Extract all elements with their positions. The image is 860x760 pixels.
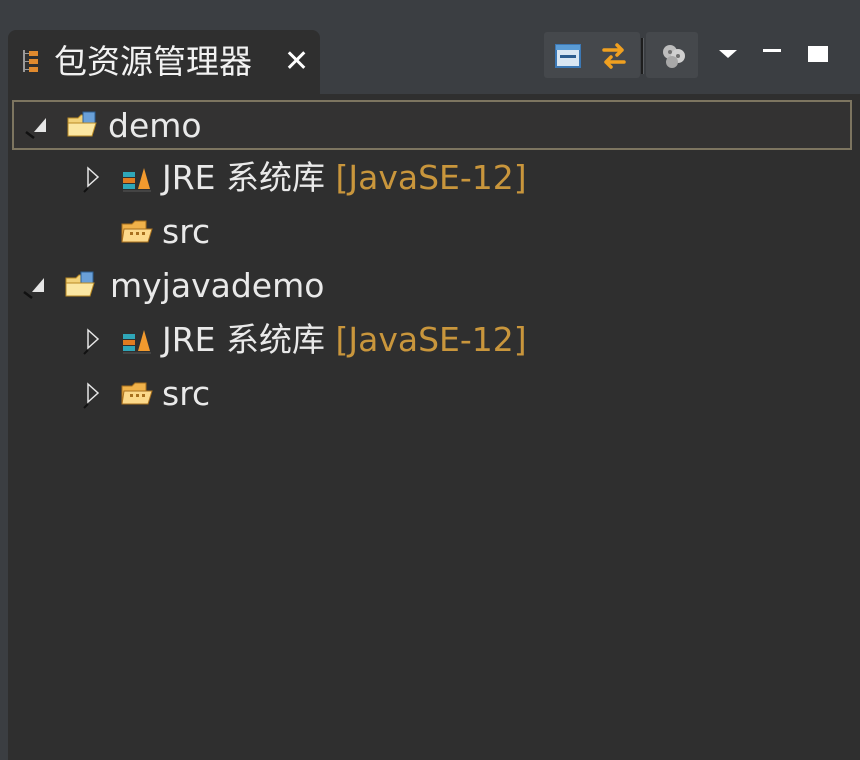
minimize-button[interactable] [752,36,792,76]
close-icon[interactable]: ✕ [284,47,309,77]
library-name: JRE 系统库 [162,158,326,197]
collapsed-twisty-icon[interactable] [78,164,106,194]
src-label: src [162,374,211,413]
tree-item-src[interactable]: src [12,208,852,258]
library-label: JRE 系统库 [JavaSE-12] [162,320,527,360]
project-name-demo: demo [108,106,202,145]
link-with-editor-icon [602,43,626,69]
expanded-twisty-icon[interactable] [22,112,50,142]
src-label: src [162,212,211,251]
java-project-folder-icon [67,111,97,137]
tab-package-explorer[interactable]: 包资源管理器 ✕ [8,30,320,94]
tree-item-jre-library[interactable]: JRE 系统库 [JavaSE-12] [12,316,852,366]
maximize-icon [808,46,828,62]
chevron-down-icon [719,50,737,58]
tree-item-project-demo[interactable]: demo [12,100,852,150]
tree-item-jre-library[interactable]: JRE 系统库 [JavaSE-12] [12,154,852,204]
source-folder-icon [121,382,153,405]
minimize-icon [763,49,781,52]
source-folder-icon [121,220,153,243]
view-menu-button[interactable] [708,36,748,76]
focus-task-icon [663,45,685,68]
library-decoration: [JavaSE-12] [335,158,527,197]
package-explorer-view: 包资源管理器 ✕ demo JRE 系统库 [JavaSE-12] src my… [8,30,860,760]
maximize-button[interactable] [798,36,838,76]
tree-item-project-myjavademo[interactable]: myjavademo [12,262,852,312]
view-tab-bar: 包资源管理器 ✕ [8,30,860,94]
library-icon [123,330,151,354]
expanded-twisty-icon[interactable] [20,272,48,302]
library-icon [123,168,151,192]
library-label: JRE 系统库 [JavaSE-12] [162,158,527,198]
library-decoration: [JavaSE-12] [335,320,527,359]
collapse-all-icon [555,44,581,68]
link-with-editor-button[interactable] [594,36,634,76]
java-project-folder-icon [65,271,95,297]
library-name: JRE 系统库 [162,320,326,359]
collapse-all-button[interactable] [548,36,588,76]
focus-on-active-task-button[interactable] [654,36,694,76]
project-tree: demo JRE 系统库 [JavaSE-12] src myjavademo … [8,94,860,760]
tree-item-src[interactable]: src [12,370,852,420]
package-explorer-icon [23,50,38,72]
toolbar-separator-highlight [643,38,644,74]
tab-title: 包资源管理器 [54,42,252,81]
collapsed-twisty-icon[interactable] [78,326,106,356]
project-name-myjavademo: myjavademo [110,266,325,305]
collapsed-twisty-icon[interactable] [78,380,106,410]
